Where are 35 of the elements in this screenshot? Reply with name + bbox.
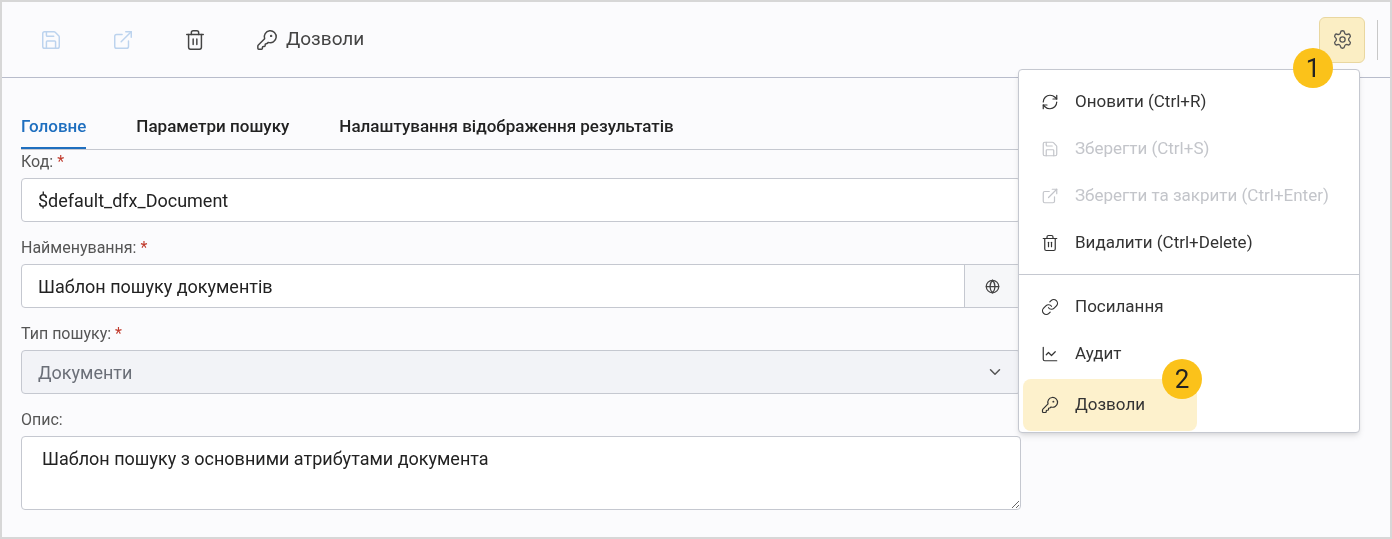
tab[interactable]: Налаштування відображення результатів [339, 107, 674, 149]
key-icon [1041, 395, 1059, 414]
trash-icon [1041, 233, 1059, 252]
settings-icon [1331, 29, 1353, 50]
tab[interactable]: Параметри пошуку [136, 107, 290, 149]
callout-badge: 2 [1162, 359, 1202, 399]
key-icon [256, 28, 278, 51]
translate-button[interactable] [964, 265, 1020, 307]
tab[interactable]: Головне [21, 107, 87, 149]
external-link-icon [112, 28, 134, 51]
field-label: Тип пошуку: [21, 323, 112, 345]
field-label: Найменування: [21, 237, 137, 259]
menu-item[interactable]: Оновити (Ctrl+R) [1041, 88, 1207, 115]
code-field[interactable]: $default_dfx_Document [21, 178, 1021, 222]
required-asterisk: * [115, 323, 122, 345]
required-asterisk: * [57, 151, 65, 173]
menu-item[interactable]: Видалити (Ctrl+Delete) [1041, 229, 1253, 256]
refresh-icon [1041, 92, 1059, 111]
permissions-button[interactable]: Дозволи [248, 19, 373, 60]
field-label: Опис: [21, 409, 63, 431]
field-label: Код: [21, 151, 54, 173]
link-icon [1041, 297, 1059, 316]
save-icon [1041, 139, 1059, 158]
name-field[interactable]: Шаблон пошуку документів [21, 264, 1021, 308]
save-icon [40, 28, 62, 51]
trash-icon [184, 28, 206, 51]
required-asterisk: * [140, 237, 148, 259]
description-field[interactable]: Шаблон пошуку з основними атрибутами документа [21, 436, 1021, 510]
globe-icon [985, 278, 1000, 294]
field-value: Шаблон пошуку документів [37, 274, 274, 299]
external-link-icon [1041, 186, 1059, 205]
settings-button[interactable] [1319, 16, 1365, 63]
menu-item[interactable]: Аудит [1041, 340, 1122, 367]
menu-item[interactable]: Посилання [1041, 293, 1164, 320]
chart-icon [1041, 344, 1059, 363]
